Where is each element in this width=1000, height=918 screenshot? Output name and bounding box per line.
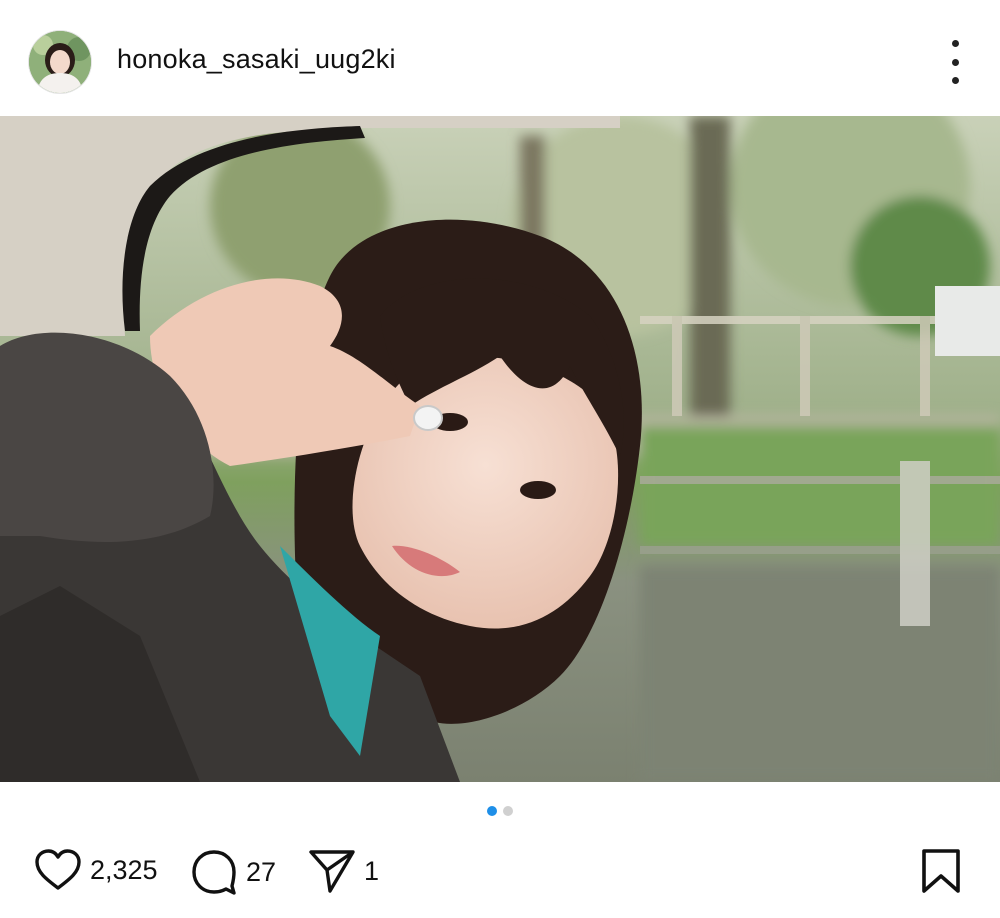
comment-button[interactable]: 27 <box>190 848 276 896</box>
post-header: honoka_sasaki_uug2ki <box>0 0 1000 116</box>
like-count: 2,325 <box>90 854 158 885</box>
username[interactable]: honoka_sasaki_uug2ki <box>117 44 396 75</box>
post-photo[interactable] <box>0 116 1000 782</box>
carousel-dot-active[interactable] <box>487 806 497 816</box>
carousel-indicator <box>0 806 1000 820</box>
send-icon <box>309 850 355 893</box>
comment-icon <box>192 850 236 895</box>
profile-avatar[interactable] <box>29 31 91 93</box>
share-button[interactable]: 1 <box>308 848 379 894</box>
more-dot <box>951 58 959 66</box>
bookmark-button[interactable] <box>920 848 962 899</box>
heart-icon <box>35 849 81 890</box>
bookmark-icon <box>922 849 960 893</box>
action-bar: 2,325 27 1 <box>0 838 1000 908</box>
more-dot <box>951 40 959 47</box>
share-count: 1 <box>364 855 380 886</box>
like-button[interactable]: 2,325 <box>34 848 158 892</box>
carousel-dot[interactable] <box>503 806 513 816</box>
more-vertical-icon[interactable] <box>938 40 972 84</box>
more-dot <box>951 77 959 84</box>
comment-count: 27 <box>246 856 277 887</box>
